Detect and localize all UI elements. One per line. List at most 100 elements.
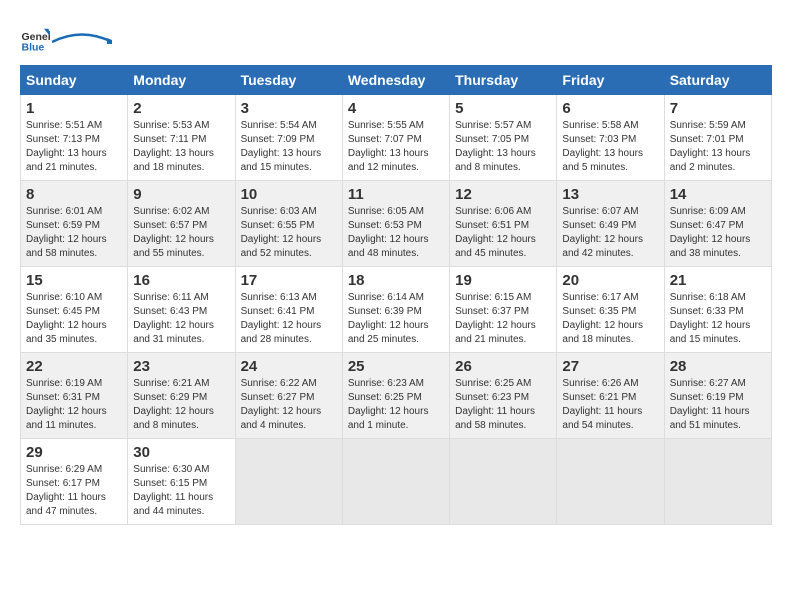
calendar-cell-w5-d6 xyxy=(557,439,664,525)
day-info: Sunrise: 6:18 AMSunset: 6:33 PMDaylight:… xyxy=(670,291,766,347)
day-number: 6 xyxy=(562,100,658,117)
calendar-cell-w4-d2: 23 Sunrise: 6:21 AMSunset: 6:29 PMDayligh… xyxy=(128,353,235,439)
day-number: 10 xyxy=(241,186,337,203)
day-number: 15 xyxy=(26,272,122,289)
day-number: 20 xyxy=(562,272,658,289)
calendar-cell-w2-d7: 14 Sunrise: 6:09 AMSunset: 6:47 PMDayligh… xyxy=(664,181,771,267)
day-info: Sunrise: 6:19 AMSunset: 6:31 PMDaylight:… xyxy=(26,377,122,433)
day-number: 30 xyxy=(133,444,229,461)
day-number: 14 xyxy=(670,186,766,203)
calendar-cell-w4-d1: 22 Sunrise: 6:19 AMSunset: 6:31 PMDayligh… xyxy=(21,353,128,439)
calendar-cell-w4-d4: 25 Sunrise: 6:23 AMSunset: 6:25 PMDayligh… xyxy=(342,353,449,439)
calendar-cell-w5-d4 xyxy=(342,439,449,525)
calendar-cell-w3-d4: 18 Sunrise: 6:14 AMSunset: 6:39 PMDayligh… xyxy=(342,267,449,353)
logo: General Blue xyxy=(20,25,112,55)
day-number: 25 xyxy=(348,358,444,375)
calendar-cell-w5-d1: 29Sunrise: 6:29 AMSunset: 6:17 PMDayligh… xyxy=(21,439,128,525)
day-number: 26 xyxy=(455,358,551,375)
calendar-table: SundayMondayTuesdayWednesdayThursdayFrid… xyxy=(20,65,772,525)
day-number: 23 xyxy=(133,358,229,375)
day-info: Sunrise: 6:27 AMSunset: 6:19 PMDaylight:… xyxy=(670,377,766,433)
day-number: 18 xyxy=(348,272,444,289)
calendar-cell-w4-d3: 24Sunrise: 6:22 AMSunset: 6:27 PMDayligh… xyxy=(235,353,342,439)
day-number: 16 xyxy=(133,272,229,289)
day-number: 9 xyxy=(133,186,229,203)
day-info: Sunrise: 6:11 AMSunset: 6:43 PMDaylight:… xyxy=(133,291,229,347)
day-info: Sunrise: 6:14 AMSunset: 6:39 PMDaylight:… xyxy=(348,291,444,347)
day-number: 13 xyxy=(562,186,658,203)
day-info: Sunrise: 5:57 AMSunset: 7:05 PMDaylight:… xyxy=(455,119,551,175)
day-info: Sunrise: 6:09 AMSunset: 6:47 PMDaylight:… xyxy=(670,205,766,261)
day-number: 2 xyxy=(133,100,229,117)
calendar-cell-w3-d1: 15 Sunrise: 6:10 AMSunset: 6:45 PMDayligh… xyxy=(21,267,128,353)
day-number: 22 xyxy=(26,358,122,375)
day-info: Sunrise: 6:03 AMSunset: 6:55 PMDaylight:… xyxy=(241,205,337,261)
day-number: 7 xyxy=(670,100,766,117)
header-tuesday: Tuesday xyxy=(235,66,342,95)
day-info: Sunrise: 6:06 AMSunset: 6:51 PMDaylight:… xyxy=(455,205,551,261)
day-info: Sunrise: 6:26 AMSunset: 6:21 PMDaylight:… xyxy=(562,377,658,433)
header-sunday: Sunday xyxy=(21,66,128,95)
header-wednesday: Wednesday xyxy=(342,66,449,95)
day-info: Sunrise: 6:15 AMSunset: 6:37 PMDaylight:… xyxy=(455,291,551,347)
day-number: 5 xyxy=(455,100,551,117)
calendar-cell-w1-d2: 2 Sunrise: 5:53 AMSunset: 7:11 PMDaylight… xyxy=(128,95,235,181)
day-info: Sunrise: 5:58 AMSunset: 7:03 PMDaylight:… xyxy=(562,119,658,175)
day-info: Sunrise: 5:51 AMSunset: 7:13 PMDaylight:… xyxy=(26,119,122,175)
day-number: 8 xyxy=(26,186,122,203)
calendar-week-1: 1 Sunrise: 5:51 AMSunset: 7:13 PMDaylight… xyxy=(21,95,772,181)
calendar-cell-w2-d2: 9Sunrise: 6:02 AMSunset: 6:57 PMDaylight… xyxy=(128,181,235,267)
calendar-cell-w5-d2: 30Sunrise: 6:30 AMSunset: 6:15 PMDayligh… xyxy=(128,439,235,525)
header-thursday: Thursday xyxy=(450,66,557,95)
svg-text:Blue: Blue xyxy=(22,42,45,54)
day-info: Sunrise: 6:23 AMSunset: 6:25 PMDaylight:… xyxy=(348,377,444,433)
calendar-cell-w3-d3: 17Sunrise: 6:13 AMSunset: 6:41 PMDayligh… xyxy=(235,267,342,353)
calendar-cell-w1-d7: 7 Sunrise: 5:59 AMSunset: 7:01 PMDaylight… xyxy=(664,95,771,181)
calendar-cell-w1-d3: 3 Sunrise: 5:54 AMSunset: 7:09 PMDaylight… xyxy=(235,95,342,181)
day-number: 28 xyxy=(670,358,766,375)
day-info: Sunrise: 6:22 AMSunset: 6:27 PMDaylight:… xyxy=(241,377,337,433)
calendar-cell-w2-d1: 8 Sunrise: 6:01 AMSunset: 6:59 PMDaylight… xyxy=(21,181,128,267)
day-info: Sunrise: 6:05 AMSunset: 6:53 PMDaylight:… xyxy=(348,205,444,261)
day-info: Sunrise: 6:25 AMSunset: 6:23 PMDaylight:… xyxy=(455,377,551,433)
calendar-cell-w2-d3: 10 Sunrise: 6:03 AMSunset: 6:55 PMDayligh… xyxy=(235,181,342,267)
calendar-cell-w2-d4: 11 Sunrise: 6:05 AMSunset: 6:53 PMDayligh… xyxy=(342,181,449,267)
header-saturday: Saturday xyxy=(664,66,771,95)
calendar-week-2: 8 Sunrise: 6:01 AMSunset: 6:59 PMDaylight… xyxy=(21,181,772,267)
day-number: 21 xyxy=(670,272,766,289)
calendar-cell-w2-d6: 13 Sunrise: 6:07 AMSunset: 6:49 PMDayligh… xyxy=(557,181,664,267)
day-info: Sunrise: 6:10 AMSunset: 6:45 PMDaylight:… xyxy=(26,291,122,347)
day-info: Sunrise: 5:53 AMSunset: 7:11 PMDaylight:… xyxy=(133,119,229,175)
day-info: Sunrise: 5:54 AMSunset: 7:09 PMDaylight:… xyxy=(241,119,337,175)
calendar-week-4: 22 Sunrise: 6:19 AMSunset: 6:31 PMDayligh… xyxy=(21,353,772,439)
day-number: 4 xyxy=(348,100,444,117)
calendar-cell-w1-d5: 5 Sunrise: 5:57 AMSunset: 7:05 PMDaylight… xyxy=(450,95,557,181)
calendar-cell-w1-d6: 6 Sunrise: 5:58 AMSunset: 7:03 PMDaylight… xyxy=(557,95,664,181)
calendar-cell-w3-d6: 20Sunrise: 6:17 AMSunset: 6:35 PMDayligh… xyxy=(557,267,664,353)
day-info: Sunrise: 6:07 AMSunset: 6:49 PMDaylight:… xyxy=(562,205,658,261)
header-row: SundayMondayTuesdayWednesdayThursdayFrid… xyxy=(21,66,772,95)
calendar-cell-w1-d1: 1 Sunrise: 5:51 AMSunset: 7:13 PMDaylight… xyxy=(21,95,128,181)
calendar-cell-w5-d7 xyxy=(664,439,771,525)
day-number: 11 xyxy=(348,186,444,203)
calendar-cell-w3-d2: 16 Sunrise: 6:11 AMSunset: 6:43 PMDayligh… xyxy=(128,267,235,353)
calendar-cell-w3-d5: 19 Sunrise: 6:15 AMSunset: 6:37 PMDayligh… xyxy=(450,267,557,353)
day-number: 12 xyxy=(455,186,551,203)
day-info: Sunrise: 5:55 AMSunset: 7:07 PMDaylight:… xyxy=(348,119,444,175)
calendar-cell-w2-d5: 12 Sunrise: 6:06 AMSunset: 6:51 PMDayligh… xyxy=(450,181,557,267)
day-number: 19 xyxy=(455,272,551,289)
day-info: Sunrise: 6:01 AMSunset: 6:59 PMDaylight:… xyxy=(26,205,122,261)
calendar-week-3: 15 Sunrise: 6:10 AMSunset: 6:45 PMDayligh… xyxy=(21,267,772,353)
calendar-cell-w4-d5: 26 Sunrise: 6:25 AMSunset: 6:23 PMDayligh… xyxy=(450,353,557,439)
day-number: 1 xyxy=(26,100,122,117)
day-number: 27 xyxy=(562,358,658,375)
calendar-week-5: 29Sunrise: 6:29 AMSunset: 6:17 PMDayligh… xyxy=(21,439,772,525)
calendar-cell-w5-d5 xyxy=(450,439,557,525)
day-number: 29 xyxy=(26,444,122,461)
day-number: 17 xyxy=(241,272,337,289)
day-info: Sunrise: 5:59 AMSunset: 7:01 PMDaylight:… xyxy=(670,119,766,175)
logo-icon: General Blue xyxy=(20,25,50,55)
day-info: Sunrise: 6:21 AMSunset: 6:29 PMDaylight:… xyxy=(133,377,229,433)
day-number: 3 xyxy=(241,100,337,117)
header-friday: Friday xyxy=(557,66,664,95)
